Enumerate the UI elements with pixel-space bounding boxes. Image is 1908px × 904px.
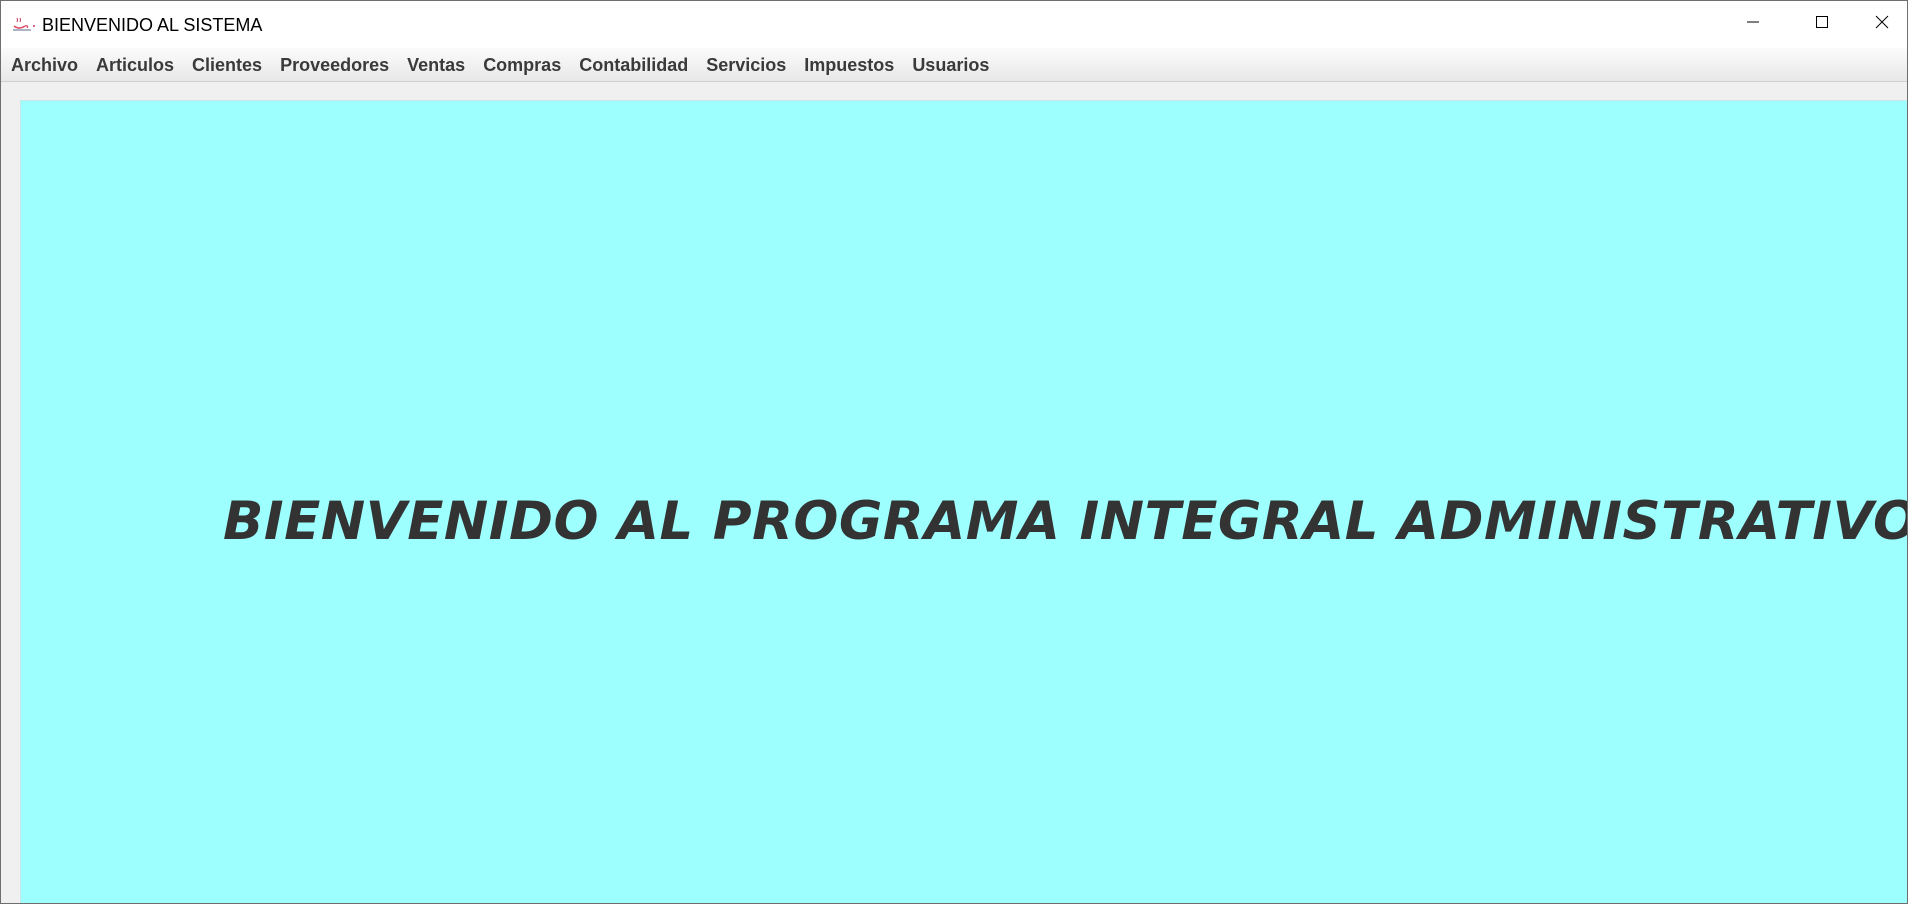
- application-window: BIENVENIDO AL SISTEMA Archivo Articulos …: [0, 0, 1908, 904]
- desktop-pane: BIENVENIDO AL PROGRAMA INTEGRAL ADMINIST…: [20, 100, 1908, 903]
- window-title: BIENVENIDO AL SISTEMA: [42, 15, 263, 35]
- welcome-message: BIENVENIDO AL PROGRAMA INTEGRAL ADMINIST…: [223, 491, 1908, 552]
- menu-articulos[interactable]: Articulos: [87, 50, 183, 80]
- menu-ventas[interactable]: Ventas: [398, 50, 474, 80]
- close-icon: [1874, 14, 1890, 35]
- menu-clientes[interactable]: Clientes: [183, 50, 271, 80]
- minimize-button[interactable]: [1719, 1, 1787, 48]
- menu-impuestos[interactable]: Impuestos: [795, 50, 903, 80]
- close-button[interactable]: [1857, 1, 1907, 48]
- java-coffee-cup-icon: [11, 17, 37, 33]
- maximize-icon: [1814, 14, 1830, 35]
- minimize-icon: [1745, 14, 1761, 35]
- title-bar[interactable]: BIENVENIDO AL SISTEMA: [1, 1, 1907, 48]
- menu-contabilidad[interactable]: Contabilidad: [570, 50, 697, 80]
- menu-bar: Archivo Articulos Clientes Proveedores V…: [1, 48, 1907, 82]
- menu-usuarios[interactable]: Usuarios: [903, 50, 998, 80]
- maximize-button[interactable]: [1788, 1, 1856, 48]
- menu-compras[interactable]: Compras: [474, 50, 570, 80]
- menu-archivo[interactable]: Archivo: [2, 50, 87, 80]
- menu-proveedores[interactable]: Proveedores: [271, 50, 398, 80]
- menu-servicios[interactable]: Servicios: [697, 50, 795, 80]
